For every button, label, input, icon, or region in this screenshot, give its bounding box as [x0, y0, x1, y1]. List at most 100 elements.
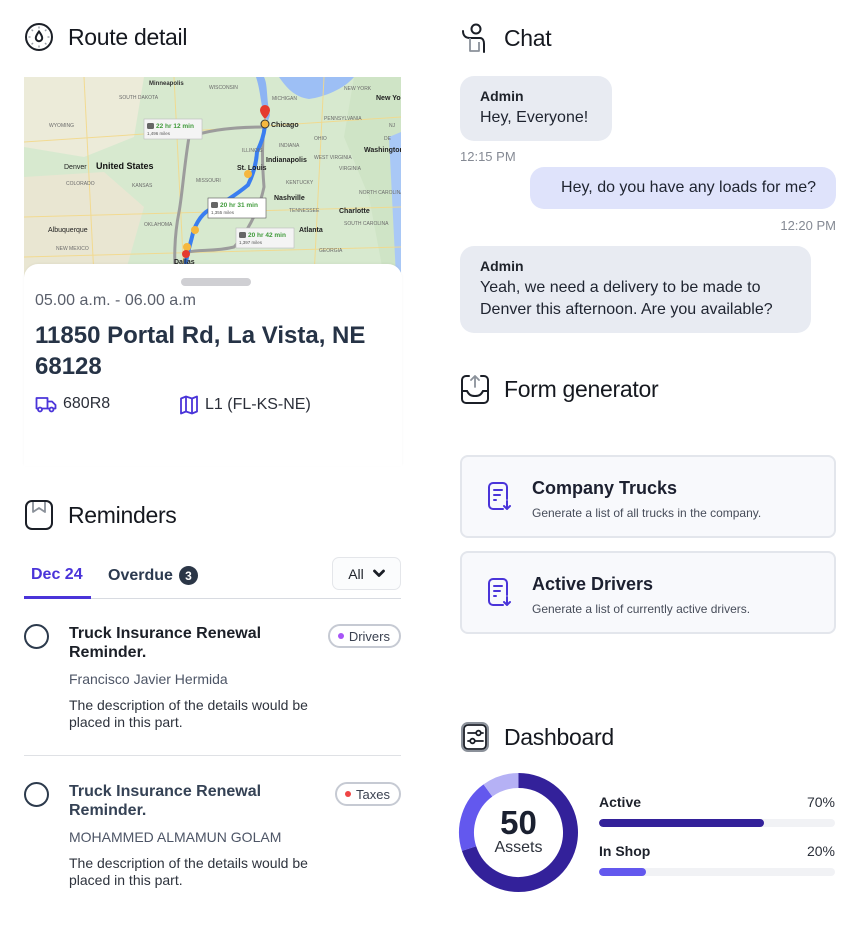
- tag-label: Taxes: [356, 786, 390, 802]
- stat-active: Active 70%: [599, 794, 835, 827]
- donut-center: 50 Assets: [458, 806, 579, 856]
- drag-handle[interactable]: [181, 278, 251, 286]
- tab-overdue[interactable]: Overdue 3: [108, 566, 198, 585]
- stat-percent: 20%: [806, 843, 835, 859]
- form-card-title: Active Drivers: [532, 574, 654, 594]
- map-label: OKLAHOMA: [144, 222, 173, 228]
- chevron-down-icon: [372, 569, 385, 577]
- route-distance: 1,397 miles: [239, 240, 263, 245]
- tab-overdue-label: Overdue: [108, 566, 173, 584]
- reminder-title: Truck Insurance Renewal Reminder.: [69, 783, 262, 819]
- stat-label: Active: [599, 794, 642, 810]
- route-detail-title: Route detail: [68, 23, 188, 50]
- route-distance: 1,496 miles: [147, 131, 171, 136]
- map-label: St. Louis: [237, 165, 267, 172]
- map-label: ILLINOIS: [242, 148, 263, 154]
- form-card-company-trucks[interactable]: Company Trucks Generate a list of all tr…: [460, 455, 836, 538]
- reminder-description: The description of the details would be …: [69, 855, 308, 888]
- map-label: WEST VIRGINIA: [314, 155, 352, 161]
- reminder-description: The description of the details would be …: [69, 697, 308, 730]
- message-text: Hey, Everyone!: [480, 109, 589, 126]
- map-icon: [180, 395, 198, 415]
- form-generator-header: Form generator: [460, 373, 659, 405]
- map-label: SOUTH CAROLINA: [344, 221, 389, 227]
- map-label: NEW MEXICO: [56, 246, 89, 252]
- progress-track: [599, 819, 835, 827]
- tag-label: Drivers: [348, 628, 390, 644]
- reminder-person: Francisco Javier Hermida: [69, 671, 228, 687]
- origin-marker[interactable]: [260, 119, 270, 129]
- waypoint-marker: [183, 243, 191, 251]
- form-card-active-drivers[interactable]: Active Drivers Generate a list of curren…: [460, 551, 836, 634]
- map-label: Minneapolis: [149, 81, 184, 87]
- chat-message-incoming: Admin Hey, Everyone!: [460, 76, 612, 141]
- map-label: VIRGINIA: [339, 166, 362, 172]
- form-generator-title: Form generator: [504, 375, 659, 402]
- reminder-complete-checkbox[interactable]: [24, 624, 49, 649]
- reminder-item: Truck Insurance Renewal Reminder. Driver…: [24, 622, 401, 756]
- map-label: Nashville: [274, 195, 305, 202]
- map-label: Indianapolis: [266, 157, 307, 164]
- reminders-title: Reminders: [68, 501, 177, 528]
- map-label: Albuquerque: [48, 227, 88, 234]
- map-label: United States: [96, 161, 154, 171]
- map-label: Washington: [364, 147, 401, 154]
- donut-segment-other: [483, 773, 519, 797]
- reminder-filter-select[interactable]: All: [332, 557, 401, 590]
- car-icon: [211, 202, 218, 208]
- map-label: WISCONSIN: [209, 85, 238, 91]
- map-label: New York: [376, 95, 401, 102]
- form-card-title: Company Trucks: [532, 478, 678, 498]
- dashboard-title: Dashboard: [504, 723, 614, 750]
- map-label: NORTH CAROLINA: [359, 190, 401, 196]
- map-label: OHIO: [314, 136, 327, 142]
- route-map[interactable]: Minneapolis WISCONSIN MICHIGAN NEW YORK New …: [24, 77, 401, 277]
- car-icon: [147, 123, 154, 129]
- stat-percent: 70%: [806, 794, 835, 810]
- map-label: MICHIGAN: [272, 96, 297, 102]
- route-duration: 20 hr 31 min: [220, 202, 258, 209]
- reminder-title: Truck Insurance Renewal Reminder.: [69, 625, 262, 661]
- route-info-card: 05.00 a.m. - 06.00 a.m 11850 Portal Rd, …: [24, 264, 402, 466]
- lane-id-text: L1 (FL-KS-NE): [205, 396, 311, 413]
- map-label: COLORADO: [66, 181, 95, 187]
- stat-in-shop: In Shop 20%: [599, 843, 835, 876]
- map-label: DE: [384, 136, 392, 142]
- truck-icon: [35, 396, 57, 412]
- tray-upload-icon: [461, 375, 489, 404]
- document-download-icon: [488, 578, 511, 606]
- car-icon: [239, 232, 246, 238]
- chat-header: Chat: [460, 22, 552, 54]
- overdue-count-badge: 3: [178, 566, 198, 585]
- map-label: Chicago: [271, 122, 299, 129]
- chat-message-outgoing: Hey, do you have any loads for me?: [530, 167, 836, 209]
- waypoint-marker: [182, 250, 190, 258]
- route-option-callout[interactable]: 20 hr 42 min1,397 miles: [235, 227, 295, 249]
- message-text: Hey, do you have any loads for me?: [561, 179, 816, 196]
- bookmark-box-icon: [25, 500, 53, 530]
- map-label: PENNSYLVANIA: [324, 116, 362, 122]
- route-distance: 1,355 miles: [211, 210, 235, 215]
- message-text: Yeah, we need a delivery to be made to D…: [480, 279, 773, 318]
- route-option-callout[interactable]: 22 hr 12 min1,496 miles: [143, 118, 203, 140]
- route-address: 11850 Portal Rd, La Vista, NE 68128: [35, 322, 366, 380]
- route-option-callout[interactable]: 20 hr 31 min1,355 miles: [207, 197, 267, 219]
- dashboard-header: Dashboard: [460, 721, 614, 753]
- assets-label: Assets: [494, 839, 543, 856]
- chat-title: Chat: [504, 24, 552, 51]
- map-label: KANSAS: [132, 183, 153, 189]
- document-download-icon: [488, 482, 511, 510]
- truck-id-text: 680R8: [63, 395, 111, 412]
- map-label: INDIANA: [279, 143, 300, 149]
- filter-selected-value: All: [348, 565, 364, 582]
- reminder-tag: Taxes: [335, 782, 401, 806]
- reminder-complete-checkbox[interactable]: [24, 782, 49, 807]
- message-sender: Admin: [480, 88, 524, 104]
- route-time-window: 05.00 a.m. - 06.00 a.m: [35, 292, 196, 309]
- map-canvas[interactable]: Minneapolis WISCONSIN MICHIGAN NEW YORK New …: [24, 77, 401, 277]
- reminders-header: Reminders: [24, 499, 177, 531]
- chat-message-incoming: Admin Yeah, we need a delivery to be mad…: [460, 246, 811, 333]
- compass-drop-icon: [25, 23, 53, 51]
- map-label: WYOMING: [49, 123, 74, 129]
- tab-dec-24[interactable]: Dec 24: [31, 566, 83, 584]
